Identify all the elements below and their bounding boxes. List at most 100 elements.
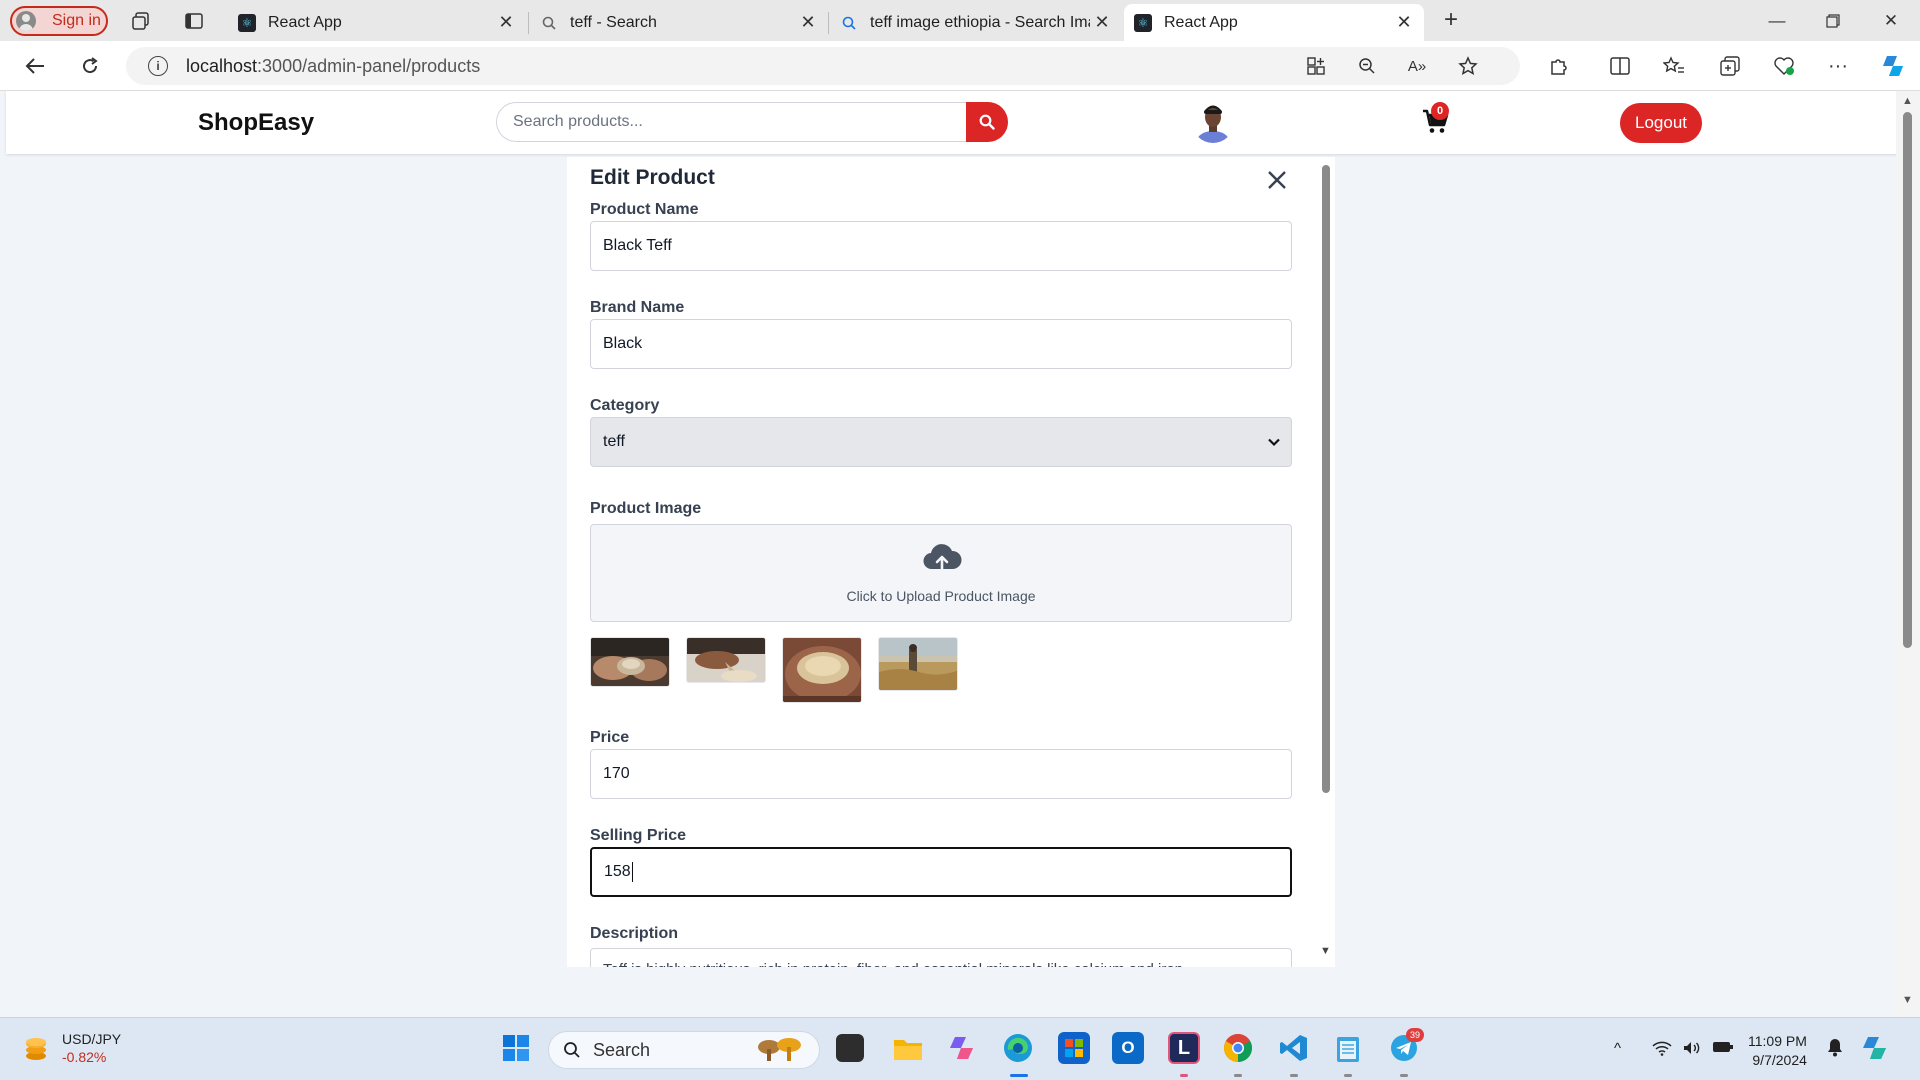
file-explorer-icon[interactable] [892,1032,924,1064]
system-clock[interactable]: 11:09 PM 9/7/2024 [1748,1032,1807,1070]
search-button[interactable] [966,102,1008,142]
browser-tab-bar: Sign in ⚛ React App ✕ teff - Search ✕ te… [0,0,1920,41]
running-indicator [1290,1074,1298,1077]
profile-icon [16,11,36,31]
site-logo[interactable]: ShopEasy [198,109,314,137]
tab-title: React App [268,13,342,31]
running-indicator [1234,1074,1242,1077]
task-view-icon[interactable] [836,1034,864,1062]
product-image-thumbnail[interactable] [878,637,958,691]
react-icon: ⚛ [238,13,256,32]
taskbar-search[interactable]: Search [548,1031,820,1069]
scroll-down-icon[interactable]: ▼ [1902,994,1913,1006]
product-image-thumbnail[interactable] [782,637,862,703]
running-indicator [1344,1074,1352,1077]
close-icon[interactable]: ✕ [1392,12,1416,33]
microsoft-store-icon[interactable] [1058,1032,1090,1064]
selling-price-input[interactable]: 158 [590,847,1292,897]
product-image-thumbnail[interactable] [686,637,766,683]
more-options-icon[interactable]: ··· [1826,54,1850,78]
chrome-icon[interactable] [1222,1032,1254,1064]
windows-taskbar: USD/JPY -0.82% Search O L 39 ^ 11:09 PM … [0,1017,1920,1080]
search-icon [840,14,858,32]
running-indicator [1400,1074,1408,1077]
tab-separator [528,12,529,34]
app-header: ShopEasy 0 Logout [6,91,1898,154]
tab-actions-icon[interactable] [183,10,205,32]
taskbar-search-label: Search [593,1039,651,1060]
copilot-app-icon[interactable] [948,1032,980,1064]
new-tab-icon[interactable]: + [1440,6,1462,33]
search-highlight-icon [758,1038,801,1061]
notifications-bell-icon[interactable] [1826,1037,1844,1061]
chevron-up-icon[interactable]: ^ [1614,1040,1621,1057]
extensions-icon[interactable] [1547,54,1571,78]
copilot-icon[interactable] [1880,51,1910,81]
workspaces-icon[interactable] [130,10,152,32]
product-image-thumbnail[interactable] [590,637,670,687]
image-upload-area[interactable]: Click to Upload Product Image [590,524,1292,622]
user-avatar[interactable] [1192,101,1234,143]
favorite-star-icon[interactable] [1456,54,1480,78]
currency-widget[interactable]: USD/JPY -0.82% [22,1030,121,1066]
tab-teff-search[interactable]: teff - Search ✕ [530,4,828,41]
tab-teff-image-search[interactable]: teff image ethiopia - Search Imag ✕ [830,4,1122,41]
close-icon[interactable]: ✕ [1090,12,1114,33]
tab-react-app-1[interactable]: ⚛ React App ✕ [228,4,526,41]
vscode-icon[interactable] [1278,1032,1310,1064]
text-caret [631,862,633,882]
browser-essentials-icon[interactable] [1772,54,1796,78]
search-icon [979,114,995,130]
price-input[interactable]: 170 [590,749,1292,799]
brand-name-input[interactable]: Black [590,319,1292,369]
outlook-icon[interactable]: O [1112,1032,1144,1064]
windows-start-icon[interactable] [500,1032,532,1064]
edge-browser-icon[interactable] [1002,1032,1034,1064]
site-info-icon[interactable]: i [148,56,168,76]
description-textarea[interactable]: Teff is highly nutritious, rich in prote… [590,948,1292,967]
tab-react-app-active[interactable]: ⚛ React App ✕ [1124,4,1424,41]
url-bar[interactable]: i localhost:3000/admin-panel/products A» [126,47,1520,85]
favorites-icon[interactable] [1662,54,1686,78]
brand-name-value: Black [603,335,643,352]
scroll-down-icon[interactable]: ▼ [1320,945,1331,957]
url-path: :3000/admin-panel/products [257,55,481,76]
telegram-unread-badge: 39 [1406,1028,1424,1042]
search-icon [564,1042,580,1058]
launcher-app-icon[interactable]: L [1168,1032,1200,1064]
signin-button[interactable]: Sign in [10,6,108,36]
copilot-tray-icon[interactable] [1862,1033,1892,1067]
window-close-icon[interactable]: ✕ [1868,6,1914,36]
collections-icon[interactable] [1718,54,1742,78]
tab-title: React App [1164,13,1238,31]
zoom-out-icon[interactable] [1355,54,1379,78]
search-input[interactable] [496,102,966,142]
category-select[interactable]: teff [590,417,1292,467]
page-scrollbar[interactable]: ▲ ▼ [1896,91,1920,1017]
scroll-up-icon[interactable]: ▲ [1902,95,1913,107]
modal-scrollbar[interactable]: ▼ [1318,157,1334,967]
notepad-icon[interactable] [1332,1032,1364,1064]
currency-icon [22,1034,50,1062]
split-screen-icon[interactable] [1608,54,1632,78]
close-icon[interactable] [1262,165,1292,195]
clock-time: 11:09 PM [1748,1033,1807,1049]
close-icon[interactable]: ✕ [796,12,820,33]
brand-name-label: Brand Name [590,299,685,316]
back-icon[interactable] [20,51,50,81]
product-name-input[interactable]: Black Teff [590,221,1292,271]
minimize-icon[interactable]: — [1754,6,1800,36]
battery-icon[interactable] [1712,1040,1734,1058]
read-aloud-icon[interactable]: A» [1405,54,1429,78]
app-available-icon[interactable] [1304,54,1328,78]
volume-icon[interactable] [1682,1040,1702,1060]
category-label: Category [590,397,660,414]
logout-button[interactable]: Logout [1620,103,1702,143]
product-image-label: Product Image [590,500,702,517]
close-icon[interactable]: ✕ [494,12,518,33]
restore-icon[interactable] [1810,6,1856,36]
wifi-icon[interactable] [1652,1040,1672,1060]
refresh-icon[interactable] [75,51,105,81]
modal-scroll-thumb[interactable] [1322,165,1330,793]
page-scroll-thumb[interactable] [1903,112,1912,648]
